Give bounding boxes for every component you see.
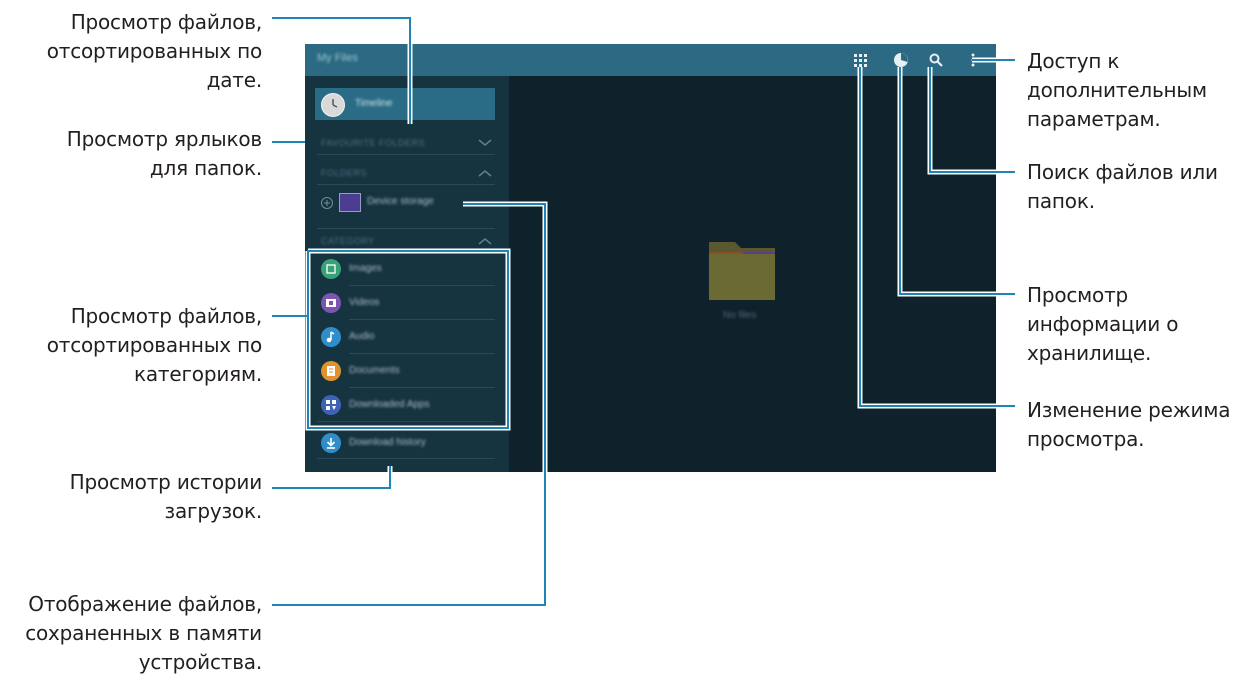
leader-line [859, 67, 1015, 407]
leader-line [272, 466, 391, 489]
leader-line [899, 67, 1015, 295]
leader-line [272, 203, 546, 606]
leader-lines [272, 15, 1015, 608]
leader-line [929, 67, 1015, 173]
leader-line [272, 17, 411, 124]
category-highlight-box [307, 250, 509, 429]
